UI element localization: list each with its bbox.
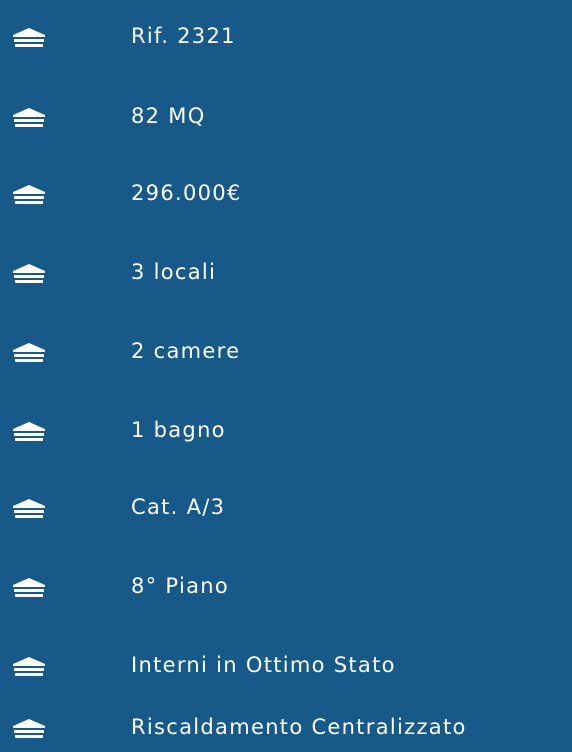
feature-label: Rif. 2321	[131, 24, 236, 48]
feature-label: Interni in Ottimo Stato	[131, 653, 396, 677]
house-outline-icon	[6, 574, 52, 600]
feature-item-heating: Riscaldamento Centralizzato	[0, 707, 572, 747]
feature-label: 8° Piano	[131, 574, 229, 598]
feature-label: 3 locali	[131, 260, 217, 284]
feature-label: 2 camere	[131, 339, 241, 363]
house-outline-icon	[6, 339, 52, 365]
feature-item-category: Cat. A/3	[0, 487, 572, 527]
feature-item-condition: Interni in Ottimo Stato	[0, 645, 572, 685]
feature-item-area: 82 MQ	[0, 96, 572, 136]
house-outline-icon	[6, 24, 52, 50]
feature-label: Cat. A/3	[131, 495, 226, 519]
house-outline-icon	[6, 104, 52, 130]
feature-item-bedrooms: 2 camere	[0, 331, 572, 371]
house-outline-icon	[6, 495, 52, 521]
feature-label: Riscaldamento Centralizzato	[131, 715, 467, 739]
feature-item-price: 296.000€	[0, 173, 572, 213]
house-outline-icon	[6, 181, 52, 207]
feature-item-reference: Rif. 2321	[0, 16, 572, 56]
feature-item-floor: 8° Piano	[0, 566, 572, 606]
feature-item-rooms: 3 locali	[0, 252, 572, 292]
house-outline-icon	[6, 715, 52, 741]
house-outline-icon	[6, 653, 52, 679]
feature-label: 82 MQ	[131, 104, 206, 128]
house-outline-icon	[6, 260, 52, 286]
house-outline-icon	[6, 418, 52, 444]
feature-label: 1 bagno	[131, 418, 226, 442]
feature-label: 296.000€	[131, 181, 242, 205]
feature-item-bathrooms: 1 bagno	[0, 410, 572, 450]
feature-list: Rif. 2321 82 MQ 296.000€ 3 locali 2 came…	[0, 0, 572, 752]
